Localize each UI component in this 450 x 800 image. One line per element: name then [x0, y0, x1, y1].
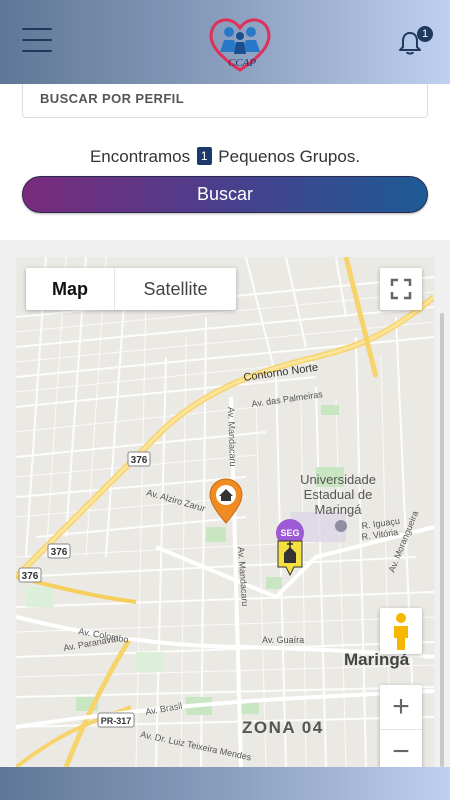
- label-376-b: 376: [51, 547, 68, 558]
- label-pr317: PR-317: [101, 716, 132, 726]
- map-type-map[interactable]: Map: [26, 268, 115, 310]
- map-type-satellite[interactable]: Satellite: [115, 268, 236, 310]
- notification-badge: 1: [417, 26, 433, 42]
- label-seg: SEG: [280, 528, 299, 538]
- church-marker-icon[interactable]: SEG: [276, 519, 304, 577]
- label-av-mandacaru-1: Av. Mandacaru: [226, 407, 238, 467]
- buscar-button[interactable]: Buscar: [22, 176, 428, 213]
- search-panel: BUSCAR POR PERFIL Encontramos 1 Pequenos…: [0, 84, 450, 240]
- results-summary: Encontramos 1 Pequenos Grupos.: [0, 147, 450, 167]
- zoom-in-button[interactable]: +: [380, 685, 422, 730]
- map-canvas[interactable]: Contorno Norte Av. das Palmeiras Av. Man…: [16, 257, 434, 767]
- found-suffix: Pequenos Grupos.: [218, 147, 361, 166]
- map-type-control: Map Satellite: [26, 268, 236, 310]
- zoom-out-button[interactable]: −: [380, 730, 422, 767]
- map[interactable]: Contorno Norte Av. das Palmeiras Av. Man…: [16, 257, 434, 767]
- fullscreen-icon[interactable]: [380, 268, 422, 310]
- perfil-select[interactable]: BUSCAR POR PERFIL: [22, 84, 428, 118]
- university-icon: [335, 520, 347, 532]
- pegman-icon[interactable]: [380, 608, 422, 654]
- label-uni-maringa: Maringá: [315, 502, 363, 517]
- menu-icon[interactable]: [22, 28, 52, 54]
- label-universidade: Universidade: [300, 472, 376, 487]
- ccap-logo: CCAP: [206, 12, 274, 74]
- label-376-a: 376: [131, 455, 148, 466]
- zoom-control: + −: [380, 685, 422, 767]
- scrollbar[interactable]: [440, 313, 444, 767]
- found-count-badge: 1: [196, 147, 212, 165]
- logo-text: CCAP: [228, 57, 256, 69]
- label-estadual: Estadual de: [304, 487, 373, 502]
- label-av-guaira: Av. Guaíra: [262, 635, 304, 645]
- app-header: CCAP 1: [0, 0, 450, 84]
- label-376-c: 376: [22, 571, 39, 582]
- app-footer: [0, 767, 450, 800]
- found-prefix: Encontramos: [89, 147, 191, 166]
- label-zona: ZONA 04: [242, 718, 324, 737]
